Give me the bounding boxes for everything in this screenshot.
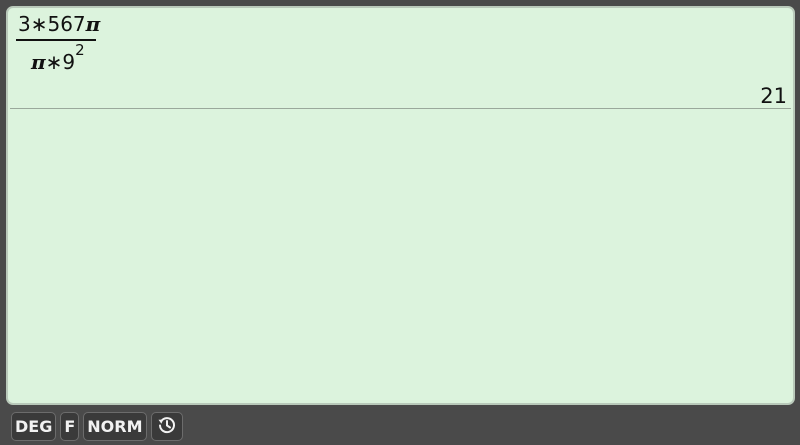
denominator-text: ∗9 [45, 50, 76, 74]
number-mode-button[interactable]: NORM [83, 412, 147, 441]
format-flag-button[interactable]: F [60, 412, 80, 441]
denominator-pi: π [31, 50, 46, 74]
history-button[interactable] [150, 412, 183, 441]
status-bar: DEG F NORM [0, 412, 800, 445]
denominator-exponent: 2 [75, 41, 85, 59]
numerator-pi: π [85, 12, 101, 36]
history-entry[interactable]: 3∗567π π∗92 21 [8, 8, 793, 108]
fraction-denominator: π∗92 [16, 41, 102, 76]
calculator-display: 3∗567π π∗92 21 [6, 6, 795, 405]
fraction-numerator: 3∗567π [16, 12, 102, 39]
history-icon [157, 415, 177, 439]
expression-fraction: 3∗567π π∗92 [16, 12, 102, 76]
angle-mode-button[interactable]: DEG [11, 412, 57, 441]
result-value: 21 [760, 84, 787, 108]
numerator-text: 3∗567 [18, 12, 86, 36]
entry-divider [10, 108, 791, 109]
